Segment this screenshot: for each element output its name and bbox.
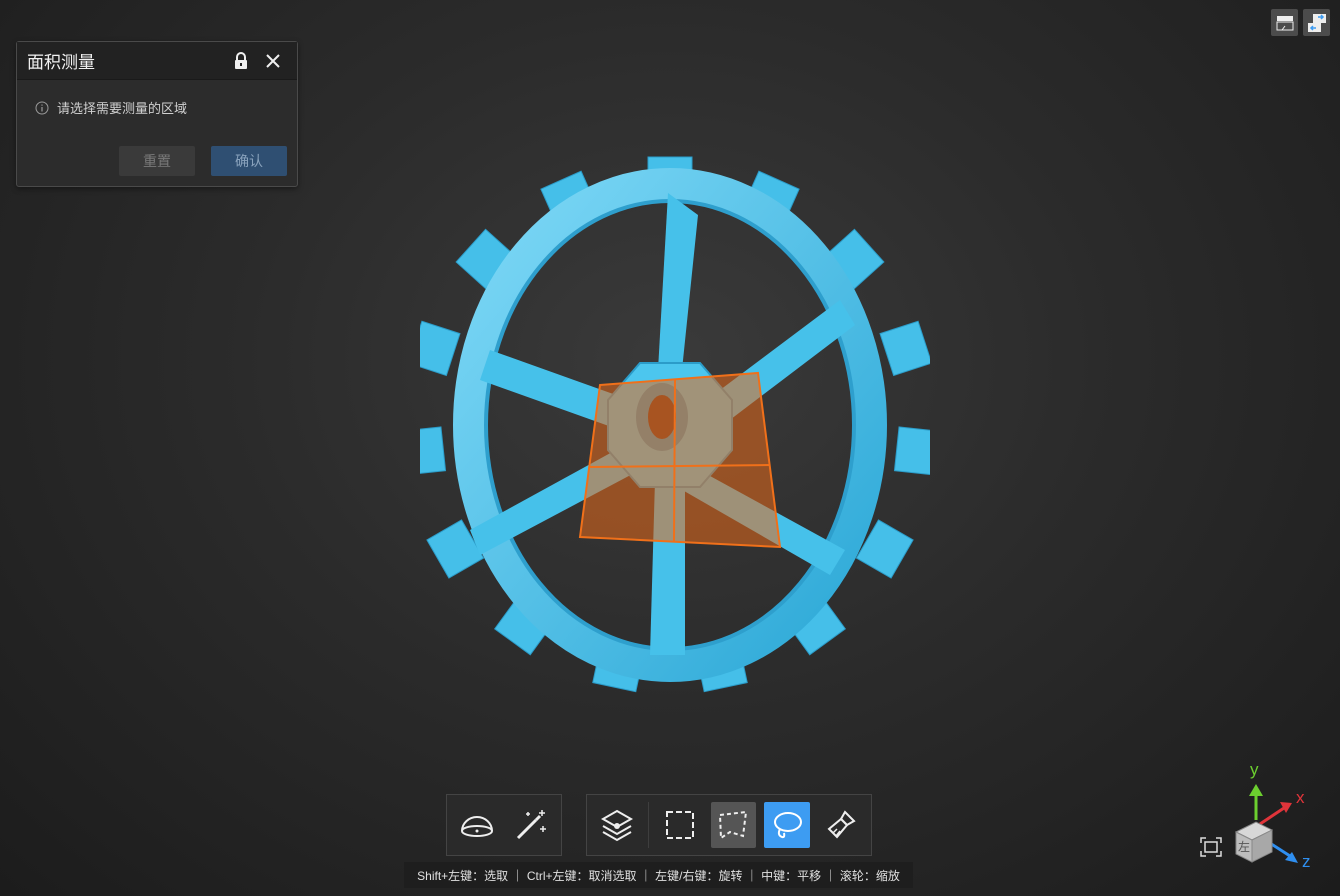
layers-tool-button[interactable] <box>594 802 640 848</box>
gear-model[interactable] <box>420 145 930 715</box>
magic-wand-tool-button[interactable] <box>508 802 554 848</box>
status-bar: Shift+左键：选取 ｜ Ctrl+左键：取消选取 ｜ 左键/右键：旋转 ｜ … <box>404 862 913 888</box>
reset-button[interactable]: 重置 <box>119 146 195 176</box>
hint-text: 请选择需要测量的区域 <box>57 101 188 116</box>
info-icon <box>35 101 49 114</box>
layers-icon <box>600 809 633 842</box>
confirm-button[interactable]: 确认 <box>211 146 287 176</box>
hint-row: 请选择需要测量的区域 <box>35 98 279 117</box>
toolbar-right <box>586 794 872 856</box>
rect-select-tool-button[interactable] <box>657 802 703 848</box>
rect-select-icon <box>665 811 694 839</box>
hemisphere-tool-button[interactable] <box>454 802 500 848</box>
area-measure-panel: 面积测量 请选择需要测量的区域 重置 确认 <box>16 41 298 187</box>
axis-y-label: y <box>1250 760 1259 779</box>
lock-icon[interactable] <box>227 47 255 75</box>
panel-title: 面积测量 <box>27 53 95 72</box>
window-icon <box>1276 15 1293 30</box>
axis-gizmo[interactable]: y x z 左 <box>1228 760 1318 871</box>
cube-face-label: 左 <box>1238 840 1251 854</box>
panel-header: 面积测量 <box>17 42 297 80</box>
brush-tool-button[interactable] <box>818 802 864 848</box>
polygon-select-tool-button[interactable] <box>710 802 757 848</box>
lasso-select-tool-button[interactable] <box>764 802 811 848</box>
lasso-select-icon <box>774 812 803 839</box>
hemisphere-icon <box>461 816 493 837</box>
magic-wand-icon <box>516 810 546 840</box>
toolbar-divider <box>647 802 649 848</box>
fit-view-icon[interactable] <box>1200 837 1222 857</box>
axis-z-label: z <box>1302 852 1311 871</box>
panel-toggle-button[interactable] <box>1271 9 1298 36</box>
close-icon[interactable] <box>259 47 287 75</box>
axis-x-label: x <box>1296 788 1305 807</box>
view-switch-button[interactable] <box>1303 9 1330 36</box>
3d-viewport[interactable]: 面积测量 请选择需要测量的区域 重置 确认 Shift+左键：选取 ｜ Ctrl… <box>0 0 1340 896</box>
polygon-select-icon <box>719 810 748 840</box>
toolbar-left <box>446 794 562 856</box>
switch-view-icon <box>1307 13 1326 32</box>
brush-icon <box>827 810 856 839</box>
